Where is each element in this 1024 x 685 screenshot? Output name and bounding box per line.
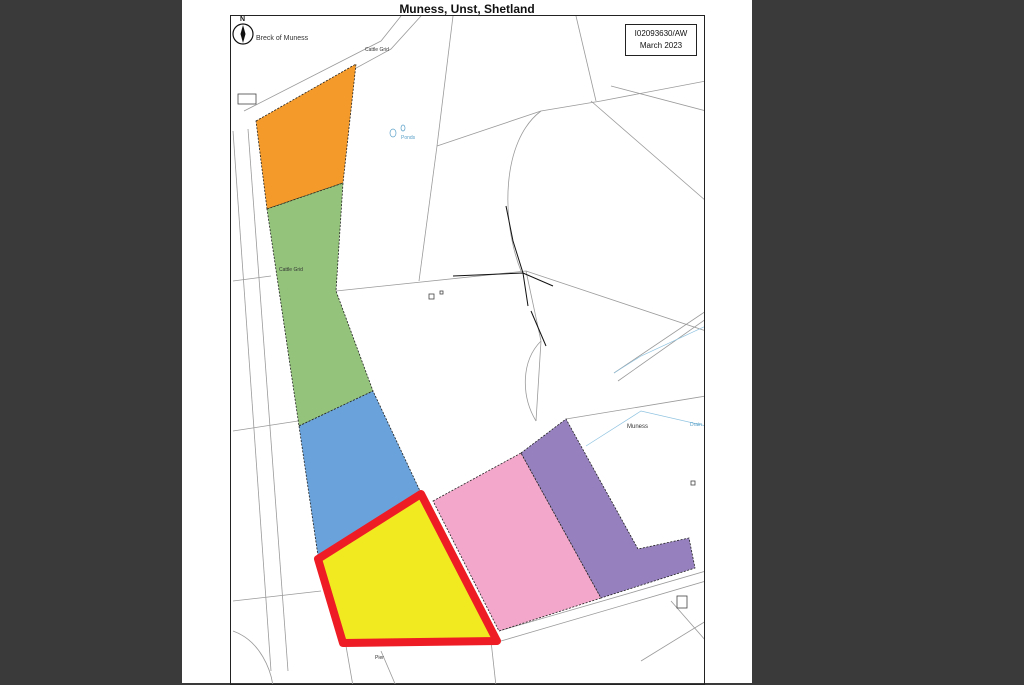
map-frame bbox=[230, 15, 705, 685]
label-pier: Pier bbox=[375, 655, 384, 661]
label-breck-of-muness: Breck of Muness bbox=[256, 35, 309, 42]
reference-date: March 2023 bbox=[639, 41, 683, 50]
north-arrow-letter: N bbox=[240, 16, 246, 23]
label-muness: Muness bbox=[627, 424, 649, 430]
label-ponds: Ponds bbox=[401, 135, 416, 141]
track-line bbox=[452, 205, 554, 347]
map-canvas bbox=[232, 16, 704, 684]
map-title: Muness, Unst, Shetland bbox=[399, 2, 535, 16]
document-viewer: Muness, Unst, Shetland N I02093630/AW Ma… bbox=[0, 0, 1024, 685]
label-drain: Drain bbox=[690, 422, 702, 428]
plot-green bbox=[266, 182, 374, 427]
reference-code: I02093630/AW bbox=[634, 29, 688, 38]
reference-box: I02093630/AW March 2023 bbox=[625, 24, 697, 56]
label-cattle-grid-mid: Cattle Grid bbox=[279, 267, 303, 273]
label-cattle-grid-top: Cattle Grid bbox=[365, 47, 389, 53]
